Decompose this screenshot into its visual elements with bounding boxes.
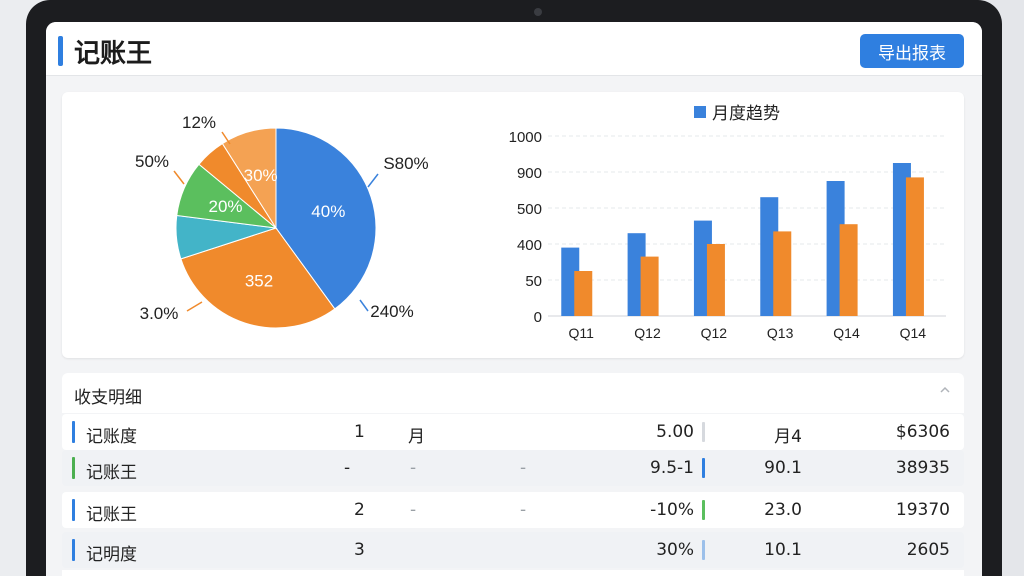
cell-c3: 月 [408, 427, 425, 447]
column-divider [702, 458, 705, 478]
cell-month: 月4 [774, 427, 802, 447]
y-tick-label: 500 [517, 201, 542, 218]
cell-amount: 30% [656, 540, 694, 560]
bar-series1 [640, 256, 659, 316]
pie-callout-label: 3.0% [140, 304, 179, 323]
y-tick-label: 900 [517, 165, 542, 182]
cell-num: 1 [354, 422, 365, 442]
cell-c4: - [520, 500, 527, 520]
cell-name: 记账王 [86, 505, 137, 525]
details-section-header[interactable]: 收支明细 [62, 373, 964, 413]
cell-amount: -10% [650, 500, 694, 520]
row-marker [72, 499, 75, 521]
column-divider [702, 500, 705, 520]
cell-month: 90.1 [764, 458, 802, 478]
column-divider [702, 540, 705, 560]
cell-amount: 9.5-1 [650, 458, 694, 478]
pie-slice-label: 40% [311, 202, 345, 221]
export-report-button[interactable]: 导出报表 [860, 34, 964, 68]
legend-swatch [694, 106, 706, 118]
y-tick-label: 50 [525, 273, 542, 290]
bar-series1 [905, 177, 924, 316]
bar-series1 [773, 231, 792, 316]
next-row-edge [62, 570, 964, 576]
y-tick-label: 1000 [509, 129, 542, 146]
legend-label: 月度趋势 [712, 104, 780, 123]
cell-total: 19370 [895, 500, 950, 520]
row-marker [72, 421, 75, 443]
section-title: 收支明细 [74, 388, 142, 408]
cell-month: 10.1 [764, 540, 802, 560]
callout-line [359, 299, 369, 312]
chevron-up-icon[interactable] [938, 383, 952, 397]
cell-name: 记明度 [86, 545, 137, 565]
table-row[interactable]: 记账王 - - - 9.5-1 90.1 38935 [62, 450, 964, 486]
cell-num: - [344, 458, 351, 478]
row-marker [72, 457, 75, 479]
cell-amount: 5.00 [656, 422, 694, 442]
x-tick-label: Q12 [701, 325, 728, 341]
pie-callout-label: 240% [370, 302, 413, 321]
x-tick-label: Q14 [900, 325, 927, 341]
cell-name: 记账度 [86, 427, 137, 447]
cell-c3: - [410, 500, 417, 520]
pie-slice-label: 20% [209, 197, 243, 216]
pie-callout-label: S80% [383, 154, 428, 173]
cell-total: $6306 [895, 422, 950, 442]
table-row[interactable]: 记账度 1 月 5.00 月4 $6306 [62, 414, 964, 450]
camera-dot [534, 8, 542, 16]
cell-name: 记账王 [86, 463, 137, 483]
table-row[interactable]: 记账王 2 - - -10% 23.0 19370 [62, 492, 964, 528]
x-tick-label: Q13 [767, 325, 794, 341]
charts-card: 40% 352 20% 30% 12% 50% 3.0% S80% 240% 0 50 400 500… [62, 92, 964, 358]
pie-slice-label: 352 [245, 271, 273, 290]
cell-num: 3 [354, 540, 365, 560]
title-accent-bar [58, 36, 63, 66]
cell-total: 38935 [895, 458, 950, 478]
bar-series1 [839, 224, 858, 316]
cell-c3: - [410, 458, 417, 478]
x-tick-label: Q14 [833, 325, 860, 341]
column-divider [702, 422, 705, 442]
callout-line [367, 173, 379, 188]
bar-series1 [706, 244, 725, 316]
x-tick-label: Q11 [568, 325, 594, 341]
app-title: 记账王 [74, 39, 153, 69]
callout-line [173, 170, 185, 185]
top-bar: 记账王 导出报表 [46, 22, 982, 76]
pie-slice-label: 30% [244, 166, 278, 185]
x-tick-label: Q12 [634, 325, 661, 341]
pie-callout-label: 12% [182, 113, 216, 132]
table-row[interactable]: 记明度 3 30% 10.1 2605 [62, 532, 964, 568]
cell-total: 2605 [906, 540, 950, 560]
bar-chart: 0 50 400 500 900 1000 Q11 Q12 Q12 Q13 Q14 Q14 月度趋势 [509, 104, 946, 341]
charts-svg: 40% 352 20%30% 12% 50% 3.0% S80% 240% 0 50 400 500… [135, 104, 946, 341]
bar-series1 [574, 271, 593, 316]
app-screen: 记账王 导出报表 40% 352 20% 30% 12% 50% 3.0% S80% 240% … [46, 22, 982, 576]
cell-c4: - [520, 458, 527, 478]
cell-month: 23.0 [764, 500, 802, 520]
y-tick-label: 400 [517, 237, 542, 254]
row-marker [72, 539, 75, 561]
cell-num: 2 [354, 500, 365, 520]
y-tick-label: 0 [534, 309, 542, 326]
callout-line [186, 301, 203, 312]
pie-callout-label: 50% [135, 152, 169, 171]
pie-chart: 40% 352 20%30% 12% 50% 3.0% S80% 240% [135, 113, 429, 329]
